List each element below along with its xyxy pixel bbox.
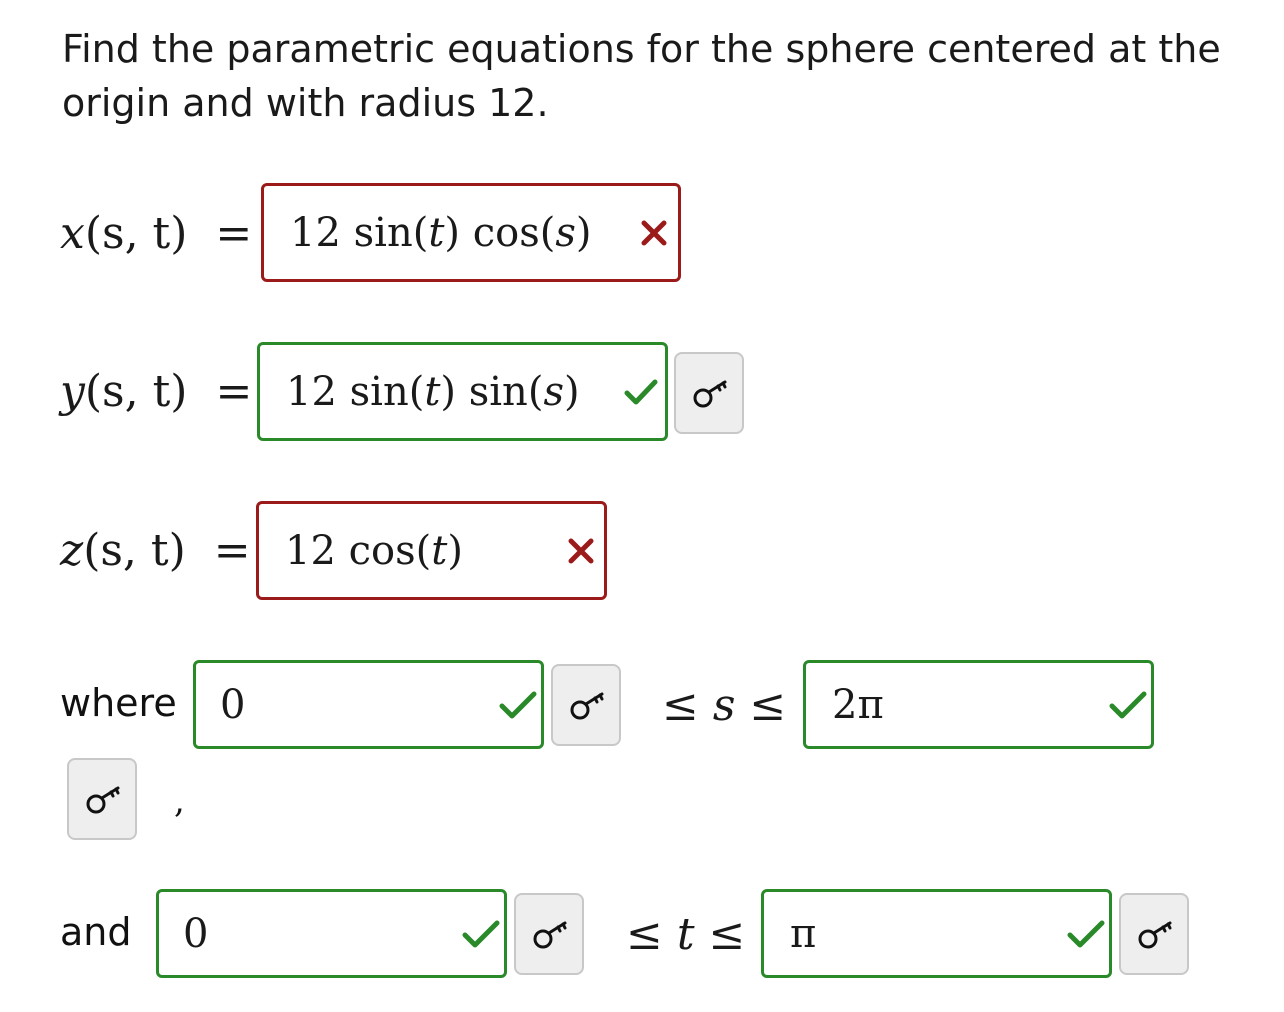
cross-icon — [568, 538, 594, 563]
t-inequality: ≤ t ≤ — [626, 909, 746, 960]
check-icon — [1109, 691, 1147, 718]
cross-icon — [641, 220, 667, 245]
z-variable: z — [60, 525, 84, 576]
t-lower-field[interactable]: 0 — [156, 889, 507, 978]
comma-separator: , — [174, 781, 185, 821]
check-icon — [1067, 920, 1105, 947]
x-answer-field[interactable]: 12 sin(t) cos(s) — [261, 183, 681, 282]
s-upper-key-button[interactable] — [67, 758, 137, 840]
and-label: and — [60, 910, 132, 954]
x-args: (s, t) — [84, 208, 188, 259]
where-label: where — [60, 681, 177, 725]
y-args: (s, t) — [84, 366, 188, 417]
key-icon — [693, 380, 727, 408]
s-inequality: ≤ s ≤ — [662, 680, 787, 731]
z-equation-label: z(s, t) = — [60, 521, 251, 581]
key-icon — [533, 921, 567, 949]
y-equation-label: y(s, t) = — [60, 362, 252, 422]
z-answer-field[interactable]: 12 cos(t) — [256, 501, 607, 600]
y-answer-field[interactable]: 12 sin(t) sin(s) — [257, 342, 668, 441]
y-equals: = — [215, 366, 253, 417]
z-args: (s, t) — [83, 525, 186, 576]
t-upper-value: π — [790, 910, 817, 957]
check-icon — [499, 691, 537, 718]
z-answer-value: 12 cos(t) — [285, 527, 463, 574]
check-icon — [462, 920, 500, 947]
question-text: Find the parametric equations for the sp… — [62, 27, 1221, 125]
z-equals: = — [213, 525, 251, 576]
s-lower-key-button[interactable] — [551, 664, 621, 746]
key-icon — [86, 786, 120, 814]
x-variable: x — [60, 208, 85, 259]
t-lower-value: 0 — [183, 910, 209, 957]
t-lower-key-button[interactable] — [514, 893, 584, 975]
s-upper-field[interactable]: 2π — [803, 660, 1154, 749]
s-upper-value: 2π — [832, 681, 884, 728]
x-equals: = — [215, 208, 253, 259]
y-key-button[interactable] — [674, 352, 744, 434]
x-answer-value: 12 sin(t) cos(s) — [290, 209, 592, 256]
key-icon — [1138, 921, 1172, 949]
check-icon — [624, 379, 658, 404]
t-upper-key-button[interactable] — [1119, 893, 1189, 975]
s-lower-field[interactable]: 0 — [193, 660, 544, 749]
y-variable: y — [60, 366, 85, 417]
s-lower-value: 0 — [220, 681, 246, 728]
t-upper-field[interactable]: π — [761, 889, 1112, 978]
y-answer-value: 12 sin(t) sin(s) — [286, 368, 580, 415]
x-equation-label: x(s, t) = — [60, 204, 252, 264]
key-icon — [570, 692, 604, 720]
